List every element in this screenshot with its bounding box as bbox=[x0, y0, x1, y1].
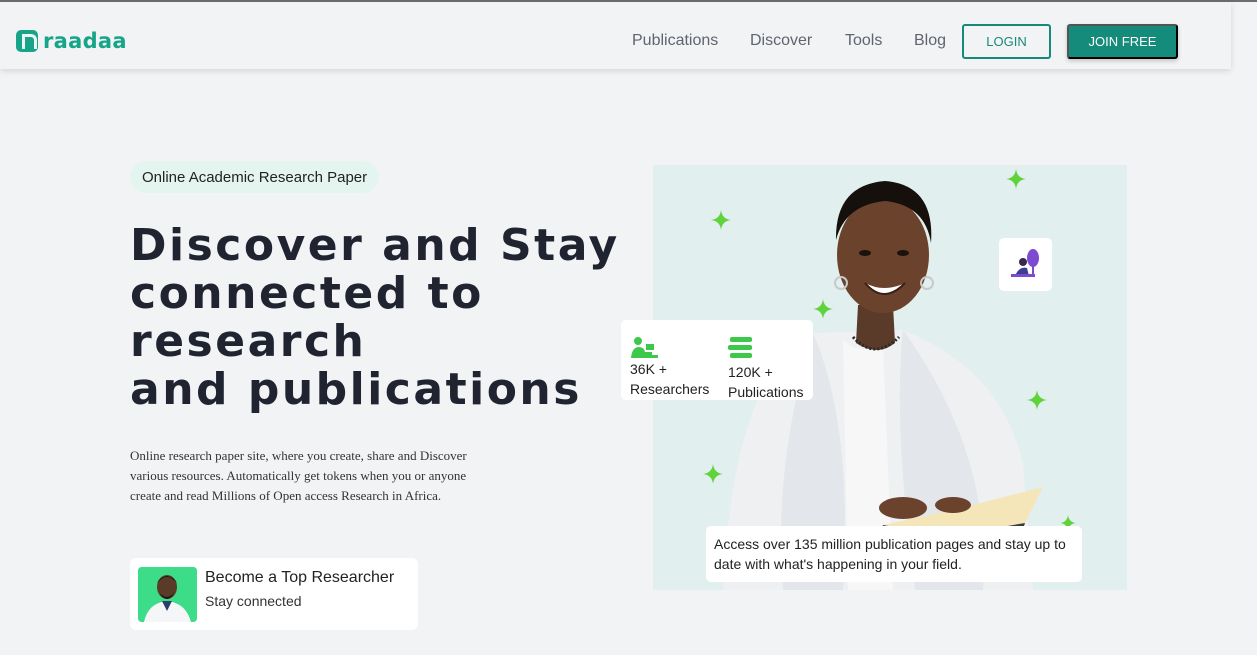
hero-description: Online research paper site, where you cr… bbox=[130, 448, 467, 503]
badge-title: Become a Top Researcher bbox=[205, 569, 395, 586]
books-icon bbox=[728, 337, 752, 358]
sparkle-icon bbox=[711, 210, 731, 230]
publications-label: Publications bbox=[728, 384, 804, 400]
nav-publications[interactable]: Publications bbox=[632, 32, 718, 50]
nav-blog[interactable]: Blog bbox=[914, 32, 946, 50]
reader-illustration-icon bbox=[1011, 249, 1039, 277]
hero-tag: Online Academic Research Paper bbox=[130, 161, 380, 193]
info-card: Access over 135 million publication page… bbox=[706, 526, 1082, 582]
sparkle-icon bbox=[1027, 390, 1047, 410]
login-button[interactable]: LOGIN bbox=[962, 24, 1051, 59]
logo-text: raadaa bbox=[43, 29, 127, 53]
publications-value: 120K + bbox=[728, 364, 773, 380]
hero-headline: Discover and Stay connected to research … bbox=[130, 222, 630, 414]
headline-line-2: connected to bbox=[130, 268, 484, 319]
headline-line-1: Discover and Stay bbox=[130, 220, 620, 271]
headline-line-4: and publications bbox=[130, 364, 582, 415]
sparkle-icon bbox=[1006, 169, 1026, 189]
stats-card: 36K + Researchers 120K + Publications bbox=[621, 320, 813, 400]
logo-link[interactable]: raadaa bbox=[16, 29, 127, 53]
logo-icon bbox=[16, 30, 38, 52]
researchers-label: Researchers bbox=[630, 381, 710, 397]
navbar: raadaa Publications Discover Tools Blog … bbox=[0, 2, 1231, 69]
nav-tools[interactable]: Tools bbox=[845, 32, 882, 50]
researcher-avatar bbox=[138, 567, 197, 622]
reading-badge-card bbox=[999, 238, 1052, 291]
researchers-value: 36K + bbox=[630, 361, 667, 377]
badge-subtitle: Stay connected bbox=[205, 593, 302, 609]
sparkle-icon bbox=[813, 299, 833, 319]
top-researcher-card[interactable]: Become a Top Researcher Stay connected bbox=[130, 558, 418, 630]
join-free-button[interactable]: JOIN FREE bbox=[1067, 24, 1178, 59]
headline-line-3: research bbox=[130, 316, 367, 367]
researcher-icon bbox=[631, 337, 658, 358]
nav-discover[interactable]: Discover bbox=[750, 32, 812, 50]
sparkle-icon bbox=[703, 464, 723, 484]
